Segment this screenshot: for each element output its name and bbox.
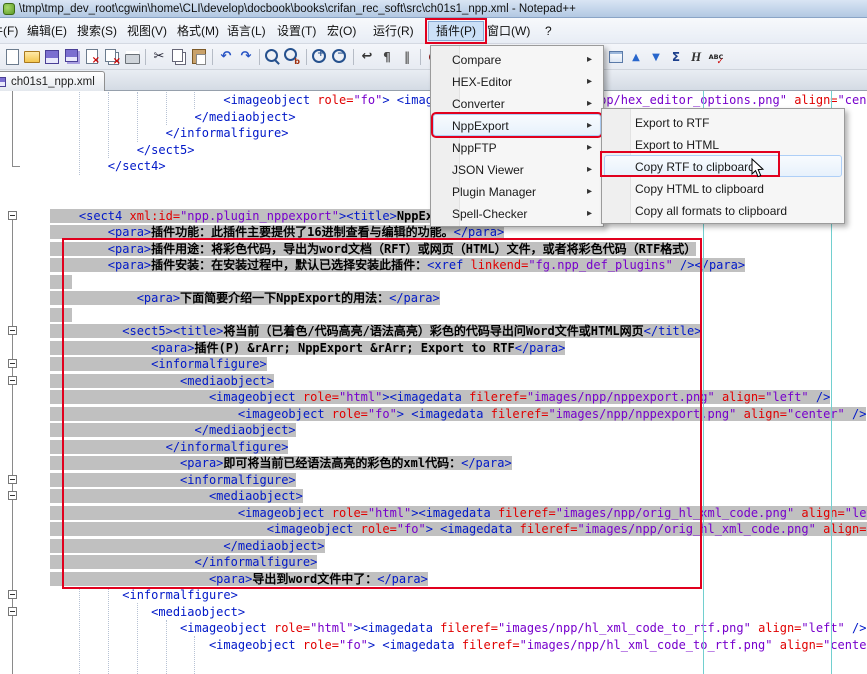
print-icon[interactable]: [123, 48, 141, 66]
toolbar-separator: [145, 49, 146, 65]
menu-bar: 文件(F)编辑(E)搜索(S)视图(V)格式(M)语言(L)设置(T)宏(O)运…: [0, 18, 867, 44]
new-file-icon[interactable]: [3, 48, 21, 66]
sum-icon[interactable]: [667, 48, 685, 66]
menu-item[interactable]: Plugin Manager ▸: [433, 180, 601, 202]
toolbar-separator: [420, 49, 421, 65]
menu-item-label: NppFTP: [452, 141, 497, 155]
code-line[interactable]: <mediaobject>: [0, 604, 867, 621]
replace-icon[interactable]: [284, 48, 302, 66]
menu-item-label: Spell-Checker: [452, 207, 527, 221]
menu-item[interactable]: NppExport ▸: [433, 114, 601, 136]
menubar-item[interactable]: ?: [538, 21, 559, 41]
submenu-arrow-icon: ▸: [587, 49, 592, 71]
zoom-out-icon[interactable]: [331, 48, 349, 66]
cut-icon[interactable]: [150, 48, 168, 66]
menu-item[interactable]: NppFTP ▸: [433, 136, 601, 158]
toolbar-separator: [353, 49, 354, 65]
tab-ch01s1-npp-xml[interactable]: ch01s1_npp.xml: [0, 71, 105, 91]
mouse-cursor: [751, 158, 765, 178]
menu-item[interactable]: Copy HTML to clipboard: [604, 177, 842, 199]
toolbar-separator: [259, 49, 260, 65]
plugins-menu: Compare▸HEX-Editor▸Converter▸NppExport▸N…: [430, 45, 604, 227]
submenu-arrow-icon: ▸: [587, 159, 592, 181]
menubar-item[interactable]: 编辑(E): [20, 21, 74, 41]
annotation-rect-code: [62, 238, 702, 589]
show-all-chars-icon[interactable]: [378, 48, 396, 66]
undo-icon[interactable]: [217, 48, 235, 66]
menu-item[interactable]: HEX-Editor ▸: [433, 70, 601, 92]
open-folder-icon[interactable]: [23, 48, 41, 66]
close-icon[interactable]: [83, 48, 101, 66]
menu-item-label: HEX-Editor: [452, 75, 512, 89]
menubar-item[interactable]: 插件(P): [428, 21, 484, 41]
menubar-item[interactable]: 视图(V): [120, 21, 174, 41]
paste-icon[interactable]: [190, 48, 208, 66]
submenu-arrow-icon: ▸: [587, 181, 592, 203]
sort-ascending-icon[interactable]: [627, 48, 645, 66]
menu-item-label: Copy HTML to clipboard: [635, 182, 764, 196]
menu-item-label: Plugin Manager: [452, 185, 536, 199]
menubar-item[interactable]: 运行(R): [366, 21, 421, 41]
menubar-item[interactable]: 搜索(S): [70, 21, 124, 41]
sort-descending-icon[interactable]: [647, 48, 665, 66]
menubar-item[interactable]: 语言(L): [220, 21, 273, 41]
menu-item[interactable]: Export to RTF: [604, 111, 842, 133]
spell-check-icon[interactable]: [707, 48, 725, 66]
menubar-item[interactable]: 宏(O): [320, 21, 363, 41]
title-bar: \tmp\tmp_dev_root\cgwin\home\CLI\develop…: [0, 0, 867, 18]
menu-item[interactable]: Copy all formats to clipboard: [604, 199, 842, 221]
close-all-icon[interactable]: [103, 48, 121, 66]
menu-item-label: Converter: [452, 97, 505, 111]
save-icon[interactable]: [43, 48, 61, 66]
find-icon[interactable]: [264, 48, 282, 66]
notepad-plus-plus-icon: [3, 3, 15, 15]
redo-icon[interactable]: [237, 48, 255, 66]
menu-item[interactable]: JSON Viewer ▸: [433, 158, 601, 180]
toolbar-separator: [212, 49, 213, 65]
menu-item-label: Export to RTF: [635, 116, 709, 130]
menubar-item[interactable]: 窗口(W): [480, 21, 537, 41]
submenu-arrow-icon: ▸: [587, 137, 592, 159]
code-line[interactable]: <informalfigure>: [0, 587, 867, 604]
menubar-item[interactable]: 格式(M): [170, 21, 226, 41]
code-line[interactable]: <imageobject role="html"><imagedata file…: [0, 620, 867, 637]
view-grid-icon[interactable]: [607, 48, 625, 66]
letter-h-icon[interactable]: [687, 48, 705, 66]
word-wrap-icon[interactable]: [358, 48, 376, 66]
menubar-item[interactable]: 设置(T): [270, 21, 323, 41]
menu-item[interactable]: Compare ▸: [433, 48, 601, 70]
menu-item[interactable]: Spell-Checker ▸: [433, 202, 601, 224]
menu-item-label: Compare: [452, 53, 501, 67]
menu-item-label: JSON Viewer: [452, 163, 524, 177]
submenu-arrow-icon: ▸: [587, 115, 592, 137]
menu-item-label: Copy all formats to clipboard: [635, 204, 787, 218]
indent-guide-icon[interactable]: [398, 48, 416, 66]
submenu-arrow-icon: ▸: [587, 203, 592, 225]
zoom-in-icon[interactable]: [311, 48, 329, 66]
menu-item[interactable]: Converter ▸: [433, 92, 601, 114]
toolbar-plugin-icons: [606, 44, 726, 70]
saved-file-icon: [0, 77, 6, 87]
copy-icon[interactable]: [170, 48, 188, 66]
save-all-icon[interactable]: [63, 48, 81, 66]
submenu-arrow-icon: ▸: [587, 93, 592, 115]
submenu-arrow-icon: ▸: [587, 71, 592, 93]
code-line[interactable]: <imageobject role="fo"> <imagedata filer…: [0, 637, 867, 654]
tab-label: ch01s1_npp.xml: [11, 76, 95, 88]
menu-item-label: NppExport: [452, 119, 509, 133]
menu-item-label: Export to HTML: [635, 138, 719, 152]
notepad-plus-plus-window: \tmp\tmp_dev_root\cgwin\home\CLI\develop…: [0, 0, 867, 674]
toolbar-separator: [306, 49, 307, 65]
window-title: \tmp\tmp_dev_root\cgwin\home\CLI\develop…: [19, 3, 576, 15]
